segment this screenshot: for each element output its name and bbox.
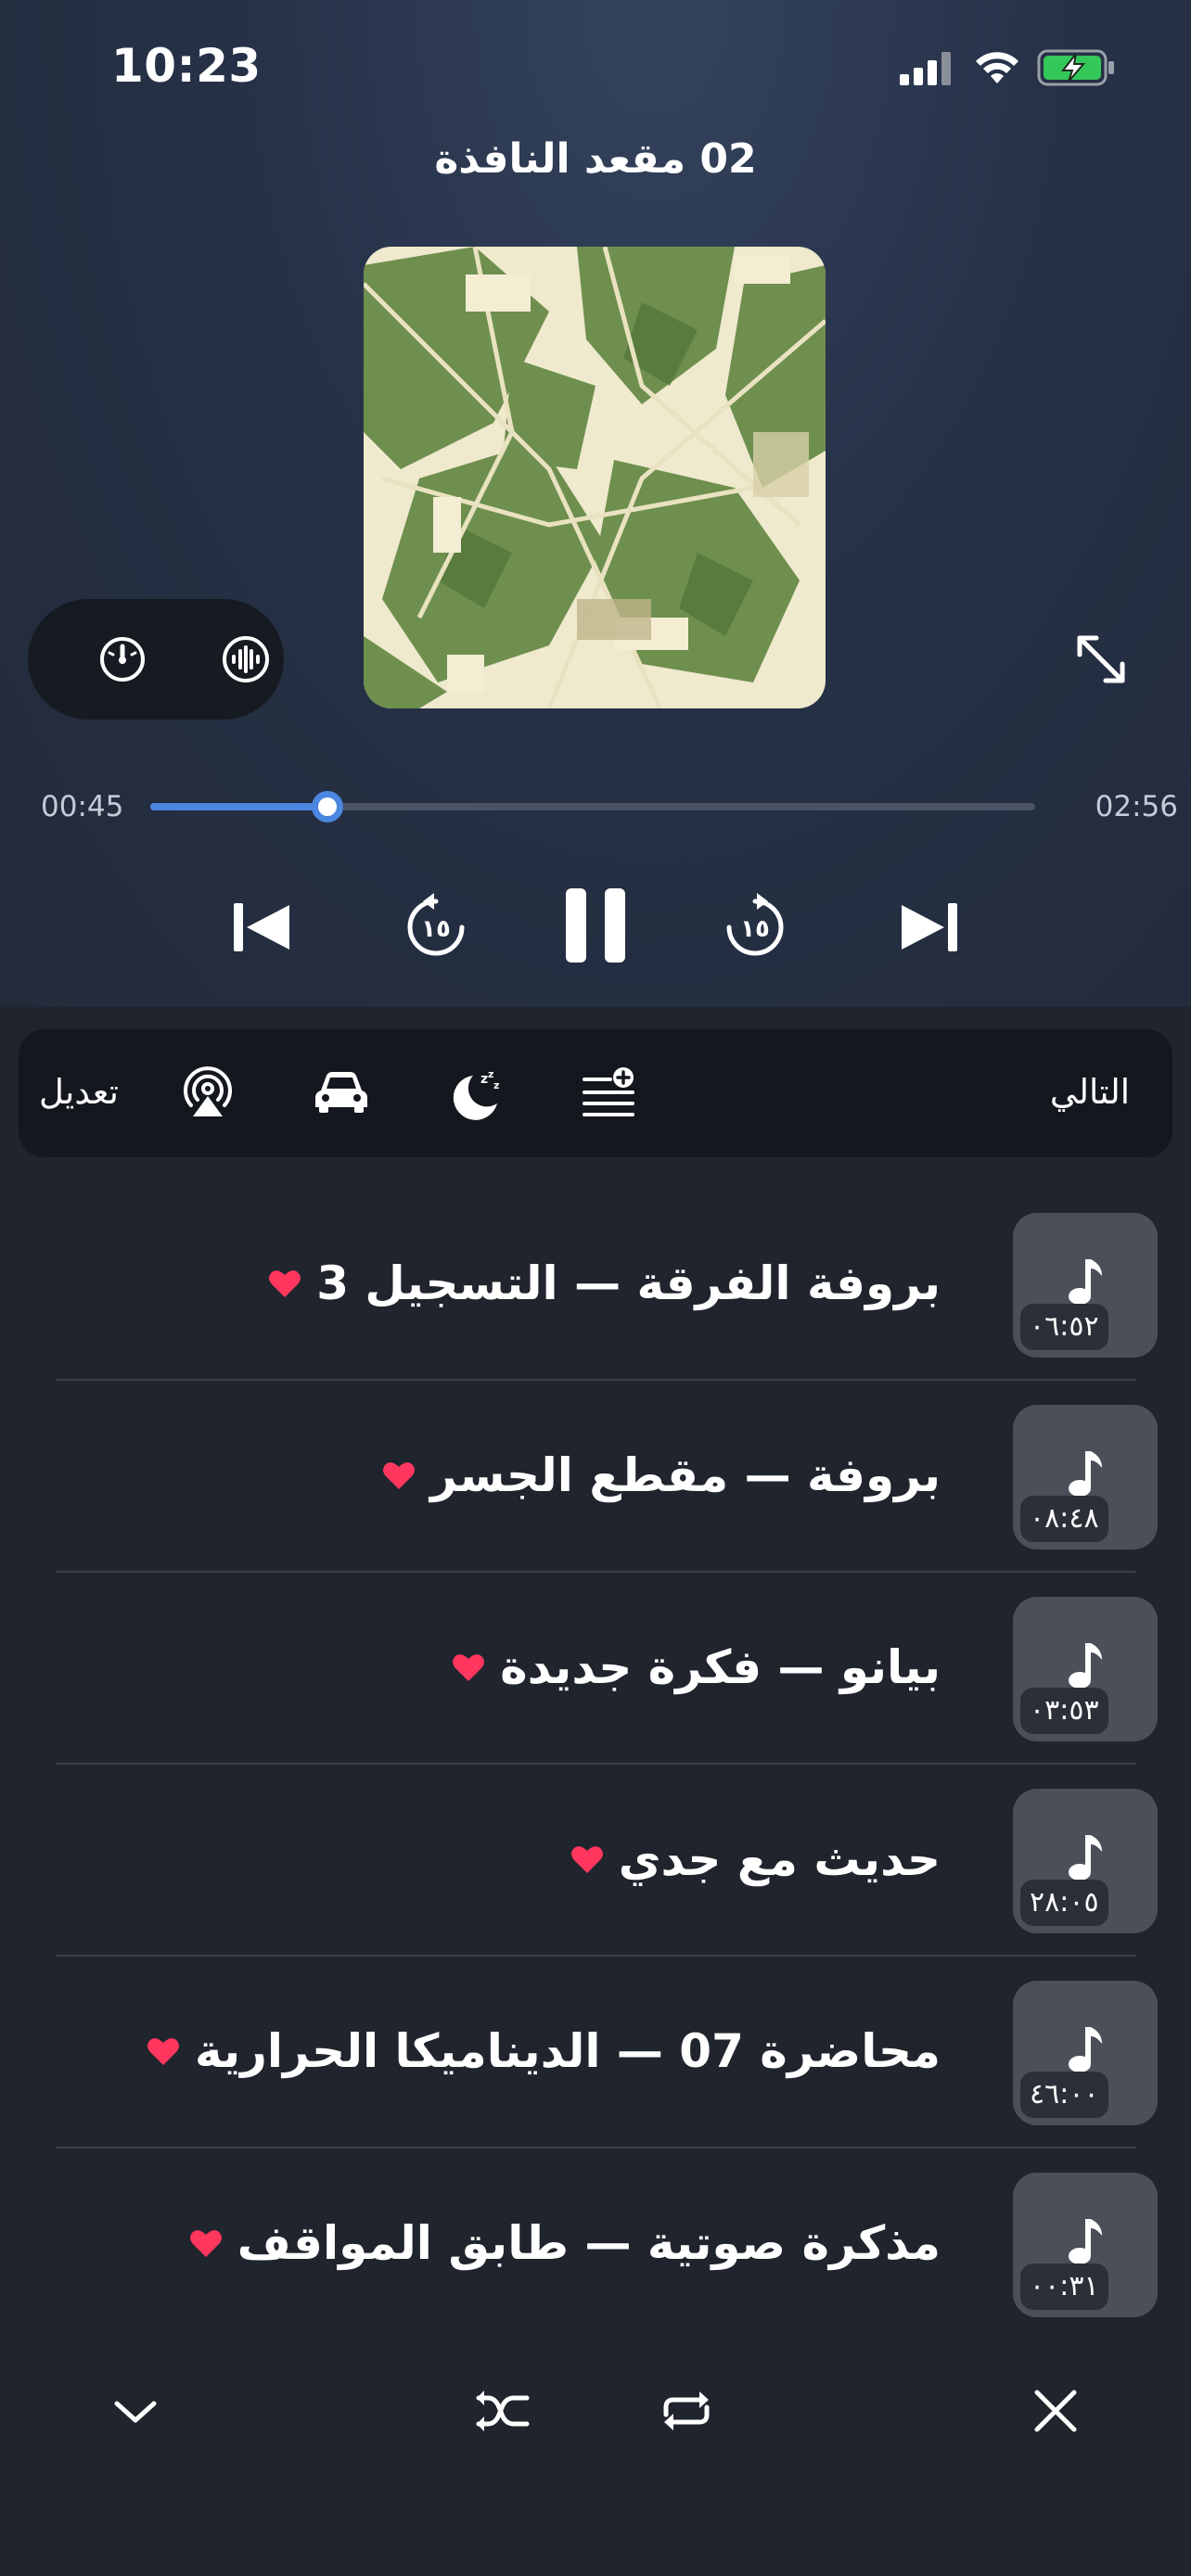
status-time: 10:23 xyxy=(111,39,262,93)
up-next-label: التالي xyxy=(1049,1072,1130,1112)
track-duration: ٠٨:٤٨ xyxy=(1020,1496,1108,1542)
queue-row[interactable]: ٠٠:٣١ مذكرة صوتية — طابق المواقف xyxy=(0,2149,1191,2340)
now-playing-panel: 10:23 02 مقعد النافذة 00:45 02:56 ١٥ ١٥ xyxy=(0,0,1191,1007)
bottom-bar xyxy=(0,2337,1191,2576)
expand-icon[interactable] xyxy=(1072,631,1130,688)
heart-icon xyxy=(147,2036,180,2066)
track-duration: ٠٠:٣١ xyxy=(1020,2264,1108,2310)
pause-icon[interactable] xyxy=(564,886,627,964)
wifi-icon xyxy=(974,48,1020,85)
queue-row[interactable]: ٤٦:٠٠ محاضرة 07 — الديناميكا الحرارية xyxy=(0,1957,1191,2149)
queue-row[interactable]: ٠٨:٤٨ بروفة — مقطع الجسر xyxy=(0,1381,1191,1573)
app-root: 10:23 02 مقعد النافذة 00:45 02:56 ١٥ ١٥ … xyxy=(0,0,1191,2576)
track-duration: ٢٨:٠٥ xyxy=(1020,1880,1108,1926)
queue-track-title: حديث مع جدي xyxy=(618,1832,941,1886)
skip-back-15-icon[interactable]: ١٥ xyxy=(401,892,471,963)
playback-options-pill xyxy=(28,599,284,720)
shuffle-icon[interactable] xyxy=(473,2381,532,2441)
queue-track-title: بروفة الفرقة — التسجيل 3 xyxy=(316,1256,941,1310)
status-bar: 10:23 xyxy=(0,0,1191,130)
music-note-icon xyxy=(1061,1256,1109,1307)
queue-track-title: بيانو — فكرة جديدة xyxy=(500,1640,941,1694)
progress-fill xyxy=(150,803,327,810)
queue-toolbar: تعديل z z z التالي xyxy=(19,1029,1172,1157)
progress-knob[interactable] xyxy=(311,791,343,823)
queue-row[interactable]: ٢٨:٠٥ حديث مع جدي xyxy=(0,1765,1191,1957)
queue-track-title: محاضرة 07 — الديناميكا الحرارية xyxy=(195,2024,941,2078)
sleep-timer-icon[interactable]: z z z xyxy=(447,1063,506,1122)
track-title-row: محاضرة 07 — الديناميكا الحرارية xyxy=(147,2016,941,2086)
track-thumbnail: ٠٣:٥٣ xyxy=(1013,1597,1158,1741)
track-title-row: بروفة — مقطع الجسر xyxy=(382,1440,941,1511)
queue-row[interactable]: ٠٦:٥٢ بروفة الفرقة — التسجيل 3 xyxy=(0,1189,1191,1381)
track-thumbnail: ٠٨:٤٨ xyxy=(1013,1405,1158,1549)
repeat-icon[interactable] xyxy=(657,2381,716,2441)
track-title-row: حديث مع جدي xyxy=(570,1824,941,1894)
queue-row[interactable]: ٠٣:٥٣ بيانو — فكرة جديدة xyxy=(0,1573,1191,1765)
progress-slider[interactable] xyxy=(150,791,1035,823)
airplay-icon[interactable] xyxy=(178,1063,237,1122)
music-note-icon xyxy=(1061,2215,1109,2267)
previous-track-icon[interactable] xyxy=(232,899,293,955)
music-note-icon xyxy=(1061,1639,1109,1691)
battery-charging-icon xyxy=(1037,48,1117,87)
music-note-icon xyxy=(1061,2023,1109,2075)
heart-icon xyxy=(189,2228,223,2258)
heart-icon xyxy=(570,1844,604,1874)
track-thumbnail: ٤٦:٠٠ xyxy=(1013,1981,1158,2125)
close-icon[interactable] xyxy=(1026,2381,1085,2441)
next-track-icon[interactable] xyxy=(898,899,959,955)
track-thumbnail: ٠٠:٣١ xyxy=(1013,2173,1158,2317)
music-note-icon xyxy=(1061,1447,1109,1499)
track-duration: ٠٣:٥٣ xyxy=(1020,1688,1108,1734)
track-title-row: بيانو — فكرة جديدة xyxy=(452,1632,941,1702)
svg-text:١٥: ١٥ xyxy=(421,915,451,943)
add-to-queue-icon[interactable] xyxy=(579,1063,638,1122)
heart-icon xyxy=(268,1269,301,1298)
edit-button[interactable]: تعديل xyxy=(39,1072,119,1112)
total-time: 02:56 xyxy=(1095,790,1178,823)
svg-text:z: z xyxy=(493,1079,499,1091)
track-thumbnail: ٠٦:٥٢ xyxy=(1013,1213,1158,1358)
svg-text:z: z xyxy=(480,1072,488,1087)
track-thumbnail: ٢٨:٠٥ xyxy=(1013,1789,1158,1933)
queue-track-title: بروفة — مقطع الجسر xyxy=(430,1448,941,1502)
track-title: 02 مقعد النافذة xyxy=(434,135,757,183)
cellular-signal-icon xyxy=(900,52,952,85)
track-duration: ٤٦:٠٠ xyxy=(1020,2072,1108,2118)
heart-icon xyxy=(452,1652,485,1682)
elapsed-time: 00:45 xyxy=(41,790,124,823)
playback-speed-icon[interactable] xyxy=(90,627,155,692)
queue-track-title: مذكرة صوتية — طابق المواقف xyxy=(237,2216,941,2270)
track-duration: ٠٦:٥٢ xyxy=(1020,1304,1108,1350)
voice-boost-icon[interactable] xyxy=(213,627,278,692)
heart-icon xyxy=(382,1460,416,1490)
car-icon[interactable] xyxy=(312,1063,371,1122)
track-title-row: مذكرة صوتية — طابق المواقف xyxy=(189,2208,941,2278)
album-artwork xyxy=(364,247,826,708)
music-note-icon xyxy=(1061,1831,1109,1883)
chevron-down-icon[interactable] xyxy=(106,2381,165,2441)
svg-text:١٥: ١٥ xyxy=(740,915,770,943)
skip-forward-15-icon[interactable]: ١٥ xyxy=(720,892,790,963)
track-title-row: بروفة الفرقة — التسجيل 3 xyxy=(268,1248,941,1319)
